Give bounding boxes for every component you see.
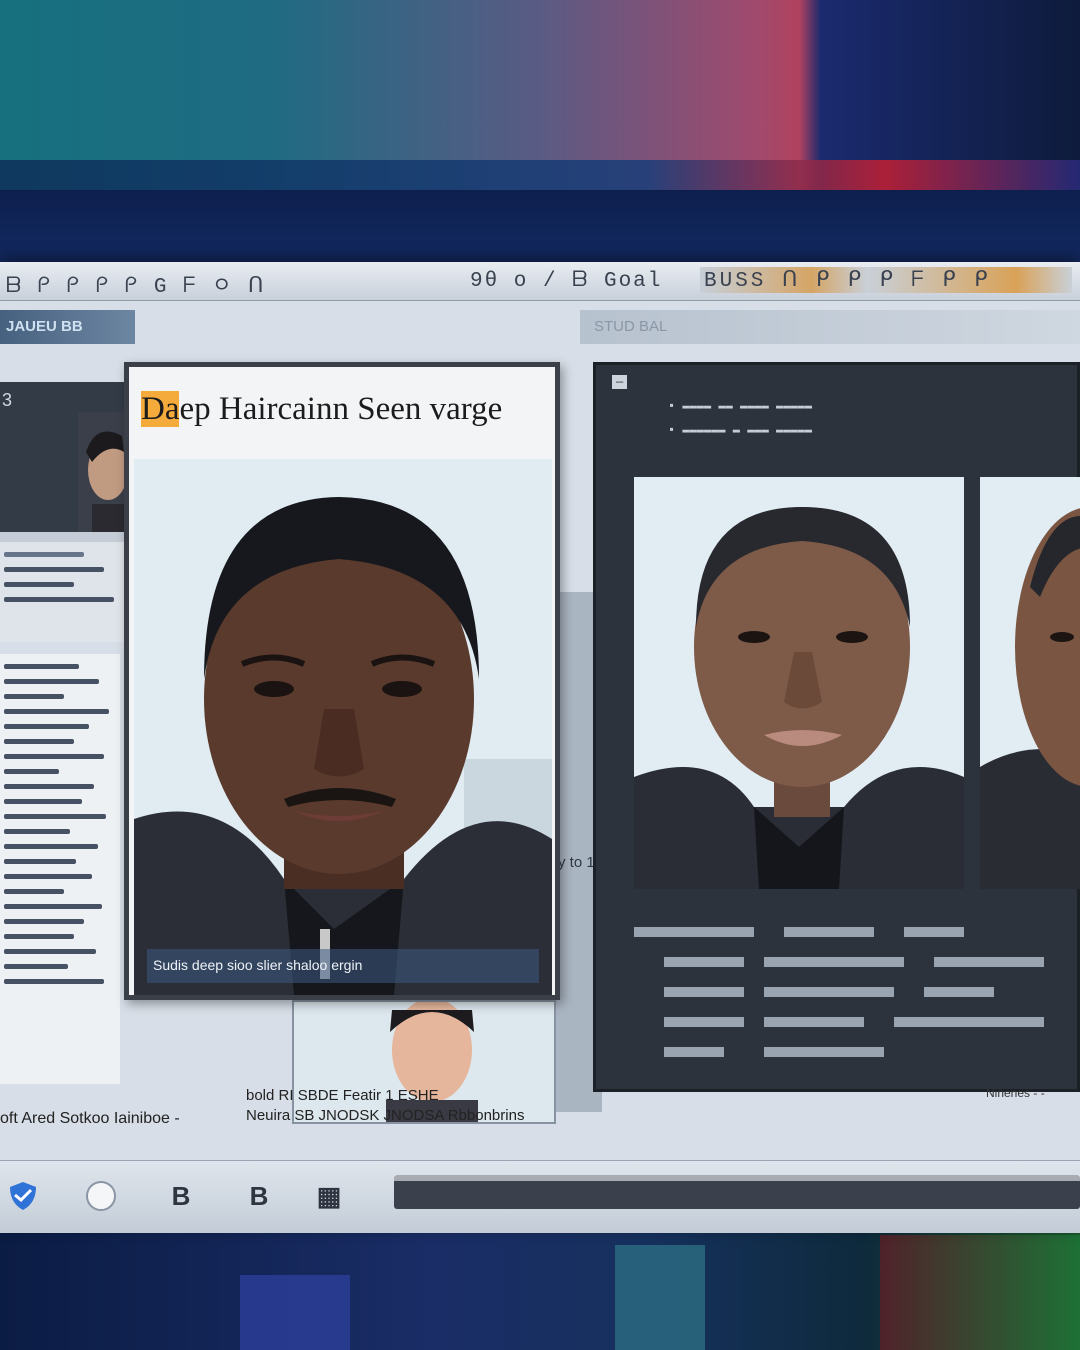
left-panel: 3 <box>0 382 127 642</box>
doc-line <box>4 859 76 864</box>
person-thumbnail <box>78 412 126 532</box>
taskbar: B B ▦ <box>0 1160 1080 1233</box>
left-number: 3 <box>2 390 13 410</box>
doc-line <box>4 829 70 834</box>
caption-right: Ninenes - - <box>986 1086 1045 1100</box>
comparison-photo-b[interactable] <box>980 477 1080 889</box>
header-line: — <box>612 375 628 389</box>
doc-line <box>4 844 98 849</box>
main-photo-card[interactable]: Daep Haircainn Seen varge Sudis deep sio… <box>124 362 560 1000</box>
data-bar <box>904 927 964 937</box>
comparison-header: — ▪ ▬▬▬▬ ▬▬ ▬▬▬▬ ▬▬▬▬▬ ▪ ▬▬▬▬▬▬ ▬ ▬▬▬ ▬▬… <box>608 371 1008 449</box>
doc-line <box>4 934 74 939</box>
doc-line <box>4 664 79 669</box>
caption-line: Neuira SB JNODSK JNODSA Rbbonbrins <box>246 1107 525 1124</box>
top-toolbar[interactable]: ᗷ ᑭ ᑭ ᑭ ᑭ G ᖴ ㅇ ᑎ 9θ o / ᗷ Goal BUSS ᑎ ᑭ… <box>0 262 1080 301</box>
monitor-screen: ᗷ ᑭ ᑭ ᑭ ᑭ G ᖴ ㅇ ᑎ 9θ o / ᗷ Goal BUSS ᑎ ᑭ… <box>0 262 1080 1233</box>
doc-line <box>4 904 102 909</box>
doc-line <box>4 949 96 954</box>
left-list-box[interactable] <box>0 542 125 642</box>
comparison-photo-a[interactable] <box>634 477 964 889</box>
doc-line <box>4 724 89 729</box>
caption-line: bold RI SBDE Featir 1 ESHE <box>246 1087 439 1104</box>
left-subbar[interactable]: JAUEU BB <box>0 310 135 344</box>
header-line: ▪ ▬▬▬▬▬▬ ▬ ▬▬▬ ▬▬▬▬▬ <box>668 423 813 437</box>
list-line <box>4 567 104 572</box>
card-title: Daep Haircainn Seen varge <box>141 385 502 433</box>
doc-line <box>4 799 82 804</box>
doc-line <box>4 769 59 774</box>
data-bar <box>764 987 894 997</box>
table-row[interactable] <box>634 985 1074 999</box>
doc-line <box>4 889 64 894</box>
toolbar-mid-icons[interactable]: 9θ o / ᗷ Goal <box>470 269 662 293</box>
data-bar <box>664 1047 724 1057</box>
card-title-highlight: Da <box>141 391 180 427</box>
data-bar <box>894 1017 1044 1027</box>
shield-icon[interactable] <box>6 1179 40 1213</box>
taskbar-search-bar[interactable] <box>394 1175 1080 1209</box>
main-portrait-photo[interactable] <box>134 459 552 995</box>
data-bar <box>764 1017 864 1027</box>
bold-b-icon[interactable]: B <box>164 1179 198 1213</box>
doc-line <box>4 979 104 984</box>
glow-teal <box>615 1245 705 1350</box>
data-bar <box>664 957 744 967</box>
background-bottom <box>0 1225 1080 1350</box>
data-bar <box>764 957 904 967</box>
doc-line <box>4 739 74 744</box>
card-caption: Sudis deep sioo slier shaloo ergin <box>147 949 539 983</box>
data-bar <box>664 1017 744 1027</box>
card-title-text: ep Haircainn Seen varge <box>179 391 503 427</box>
data-bar <box>664 987 744 997</box>
data-bar <box>924 987 994 997</box>
doc-line <box>4 679 99 684</box>
doc-line <box>4 919 84 924</box>
doc-line <box>4 814 106 819</box>
left-document[interactable] <box>0 654 120 1084</box>
doc-line <box>4 874 92 879</box>
doc-line <box>4 784 94 789</box>
comparison-data-table[interactable] <box>604 905 1080 1085</box>
caption-left: oft Ared Sotkoo Iainiboe - <box>0 1110 180 1127</box>
toolbar-right-icons[interactable]: BUSS ᑎ ᑭ ᑭ ᑭ ᖴ ᑭ ᑭ <box>700 267 1072 293</box>
data-bar <box>764 1047 884 1057</box>
doc-line <box>4 709 109 714</box>
caption-middle: bold RI SBDE Featir 1 ESHE Neuira SB JNO… <box>246 1086 586 1126</box>
grid-icon[interactable]: ▦ <box>312 1179 346 1213</box>
comparison-panel[interactable]: — ▪ ▬▬▬▬ ▬▬ ▬▬▬▬ ▬▬▬▬▬ ▪ ▬▬▬▬▬▬ ▬ ▬▬▬ ▬▬… <box>593 362 1080 1092</box>
glow-red-green <box>880 1235 1080 1350</box>
list-line <box>4 597 114 602</box>
comparison-portrait-a <box>634 477 964 889</box>
data-bar <box>784 927 874 937</box>
main-portrait-image <box>134 459 552 995</box>
monitor-bezel <box>0 190 1080 265</box>
list-line <box>4 582 74 587</box>
table-row[interactable] <box>634 1045 1074 1059</box>
glow-blue <box>240 1275 350 1350</box>
comparison-portrait-b <box>980 477 1080 889</box>
doc-line <box>4 964 68 969</box>
table-row[interactable] <box>634 955 1074 969</box>
list-line <box>4 552 84 557</box>
left-dark-area: 3 <box>0 382 126 532</box>
data-bar <box>634 927 754 937</box>
right-subbar[interactable]: STUD BAL <box>580 310 1080 344</box>
table-row[interactable] <box>634 925 1074 939</box>
globe-icon[interactable] <box>84 1179 118 1213</box>
data-bar <box>934 957 1044 967</box>
doc-line <box>4 694 64 699</box>
middle-strip-label: y to 1 <box>558 854 595 871</box>
bold-b-icon[interactable]: B <box>242 1179 276 1213</box>
table-row[interactable] <box>634 1015 1074 1029</box>
doc-line <box>4 754 104 759</box>
header-line: ▪ ▬▬▬▬ ▬▬ ▬▬▬▬ ▬▬▬▬▬ <box>668 399 813 413</box>
background-strip <box>0 160 1080 190</box>
toolbar-left-icons[interactable]: ᗷ ᑭ ᑭ ᑭ ᑭ G ᖴ ㅇ ᑎ <box>6 269 265 299</box>
